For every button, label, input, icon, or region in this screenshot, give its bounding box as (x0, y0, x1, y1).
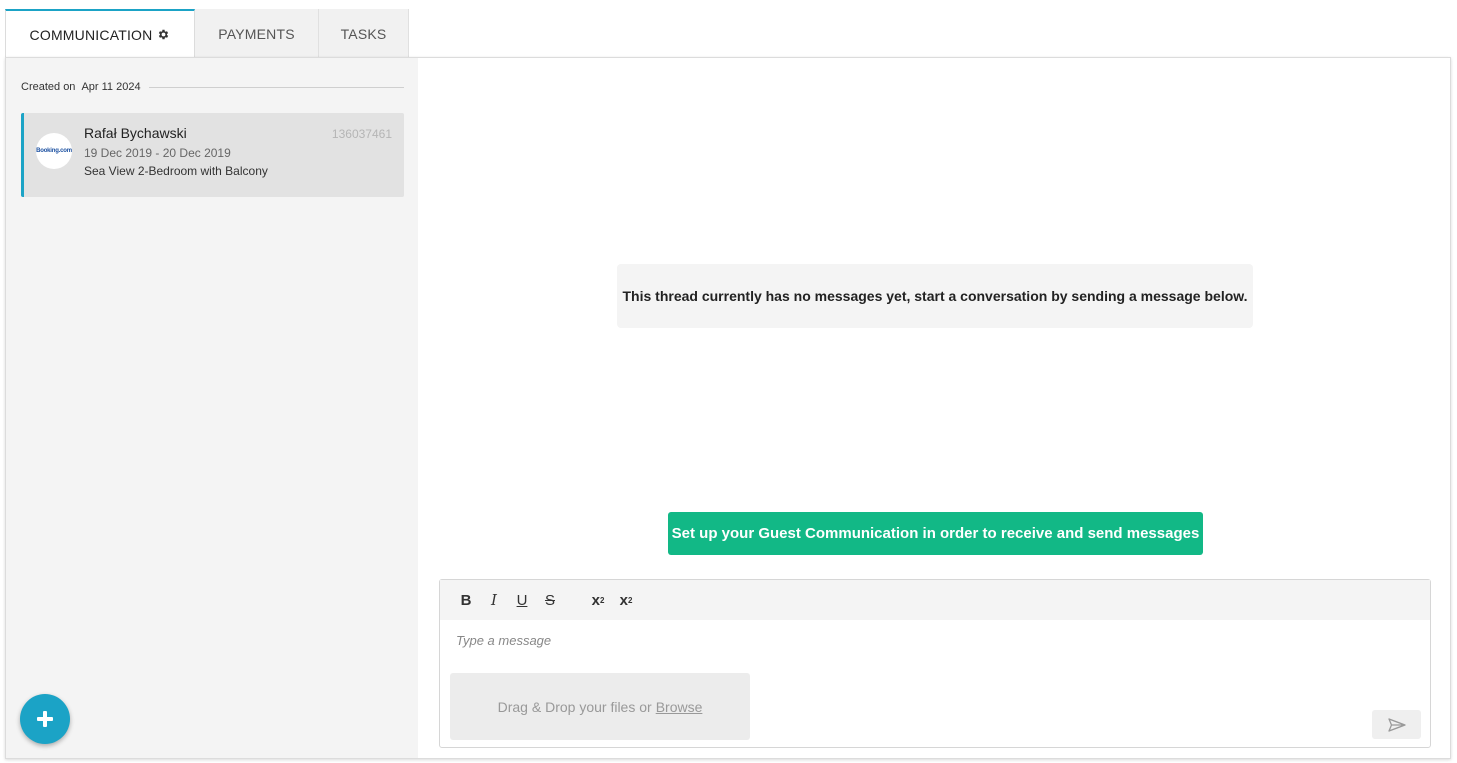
message-editor: B I U S x2 x2 Drag & Drop your files or … (439, 579, 1431, 748)
created-label: Created on (21, 81, 76, 93)
italic-button[interactable]: I (480, 586, 508, 614)
thread-sidebar: Created on Apr 11 2024 Booking.com Rafał… (6, 58, 418, 758)
subscript-glyph: x (591, 591, 600, 609)
tab-bar: COMMUNICATION PAYMENTS TASKS (5, 9, 409, 58)
send-button[interactable] (1372, 710, 1421, 739)
browse-link[interactable]: Browse (656, 699, 703, 715)
add-thread-button[interactable] (20, 694, 70, 744)
created-on-row: Created on Apr 11 2024 (21, 81, 404, 93)
room-name: Sea View 2-Bedroom with Balcony (84, 164, 268, 178)
subscript-mark: 2 (599, 595, 605, 605)
setup-communication-button[interactable]: Set up your Guest Communication in order… (668, 512, 1203, 555)
send-icon (1387, 717, 1406, 732)
editor-toolbar: B I U S x2 x2 (440, 580, 1430, 620)
tab-tasks[interactable]: TASKS (319, 9, 409, 58)
reservation-id: 136037461 (331, 127, 392, 141)
communication-panel: Created on Apr 11 2024 Booking.com Rafał… (5, 57, 1451, 759)
gear-icon[interactable] (157, 28, 170, 41)
subscript-button[interactable]: x2 (584, 586, 612, 614)
superscript-glyph: x (619, 591, 628, 609)
created-date: Apr 11 2024 (81, 81, 141, 93)
tab-tasks-label: TASKS (340, 25, 387, 42)
tab-payments[interactable]: PAYMENTS (195, 9, 319, 58)
stay-dates: 19 Dec 2019 - 20 Dec 2019 (84, 146, 231, 160)
guest-name: Rafał Bychawski (84, 125, 187, 141)
bold-button[interactable]: B (452, 586, 480, 614)
tab-communication-label: COMMUNICATION (29, 26, 153, 43)
superscript-button[interactable]: x2 (612, 586, 640, 614)
booking-logo: Booking.com (36, 148, 72, 154)
channel-avatar: Booking.com (36, 133, 72, 169)
strikethrough-button[interactable]: S (536, 586, 564, 614)
conversation-area: This thread currently has no messages ye… (418, 58, 1450, 758)
message-input[interactable] (440, 620, 1430, 660)
tab-payments-label: PAYMENTS (218, 25, 295, 42)
superscript-mark: 2 (627, 595, 633, 605)
divider (148, 86, 404, 88)
tab-communication[interactable]: COMMUNICATION (5, 9, 195, 58)
thread-item[interactable]: Booking.com Rafał Bychawski 136037461 19… (21, 113, 404, 197)
empty-thread-notice: This thread currently has no messages ye… (617, 264, 1253, 328)
file-dropzone[interactable]: Drag & Drop your files or Browse (450, 673, 750, 740)
underline-button[interactable]: U (508, 586, 536, 614)
dropzone-text: Drag & Drop your files or (497, 698, 652, 715)
plus-icon (37, 711, 53, 727)
